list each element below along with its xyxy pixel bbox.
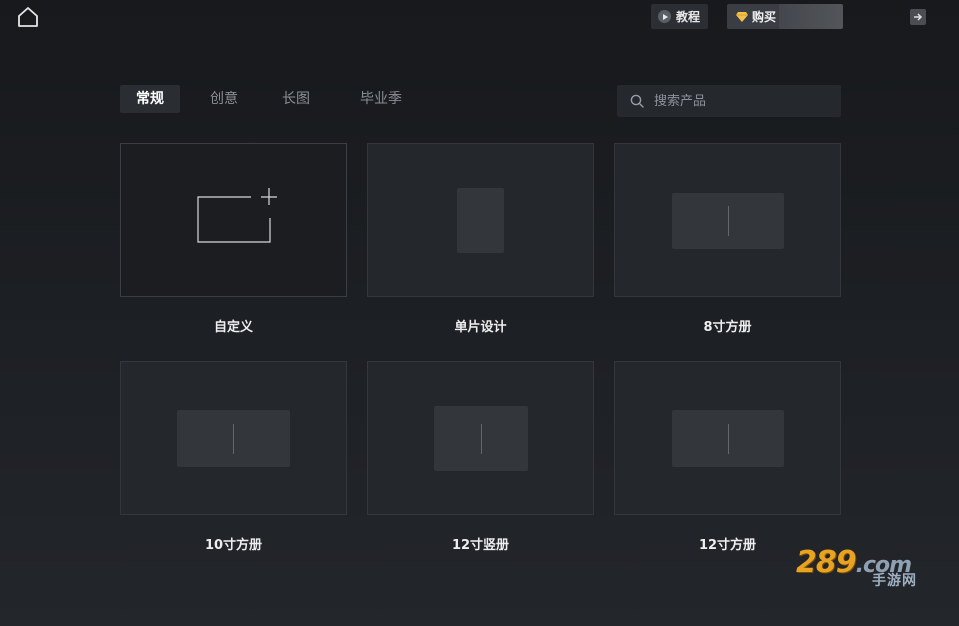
tab-creative[interactable]: 创意 [194,85,254,113]
product-label: 12寸竖册 [451,538,510,553]
tutorial-button[interactable]: 教程 [651,4,709,29]
product-thumbnail [614,361,841,515]
home-button[interactable] [17,6,39,28]
product-thumbnail [367,143,594,297]
album-spine [233,423,234,454]
product-card-single-page[interactable]: 单片设计 [367,143,594,335]
product-label: 8寸方册 [703,320,752,335]
arrow-right-icon [914,13,923,21]
album-spine [727,206,729,236]
album-spread-mock [672,410,784,467]
album-spine [727,423,729,454]
single-page-mock [457,188,504,253]
product-thumbnail [614,143,841,297]
product-card-custom[interactable]: 自定义 [120,143,347,335]
search-input[interactable] [652,92,826,110]
product-label: 单片设计 [454,320,507,335]
product-card-10in-square[interactable]: 10寸方册 [120,361,347,553]
vip-purchase-button[interactable]: 购买 [727,4,843,29]
album-spread-mock [177,410,290,467]
tab-graduation[interactable]: 毕业季 [344,85,418,113]
product-label: 10寸方册 [204,538,263,553]
product-thumbnail [120,143,347,297]
play-icon [658,10,671,23]
tutorial-label: 教程 [676,10,701,24]
home-icon [18,7,38,27]
product-card-12in-square[interactable]: 12寸方册 [614,361,841,553]
search-icon [630,94,644,108]
product-thumbnail [367,361,594,515]
vip-label: 购买 [752,10,777,24]
diamond-icon [736,11,748,22]
tab-general[interactable]: 常规 [120,85,180,113]
search-box[interactable] [617,85,841,117]
album-spread-mock [672,193,784,249]
category-tabs: 常规 创意 长图 毕业季 [120,85,418,113]
blurred-region [779,4,843,29]
product-card-12in-portrait[interactable]: 12寸竖册 [367,361,594,553]
album-spread-mock [434,406,528,471]
add-canvas-icon [197,188,277,243]
exit-button[interactable] [910,9,926,25]
watermark-site: 手游网 [872,573,917,589]
product-label: 自定义 [213,320,253,335]
album-spine [480,423,482,454]
product-card-8in-square[interactable]: 8寸方册 [614,143,841,335]
site-watermark: 289.com 手游网 [796,548,936,592]
tab-long-image[interactable]: 长图 [266,85,326,113]
product-thumbnail [120,361,347,515]
